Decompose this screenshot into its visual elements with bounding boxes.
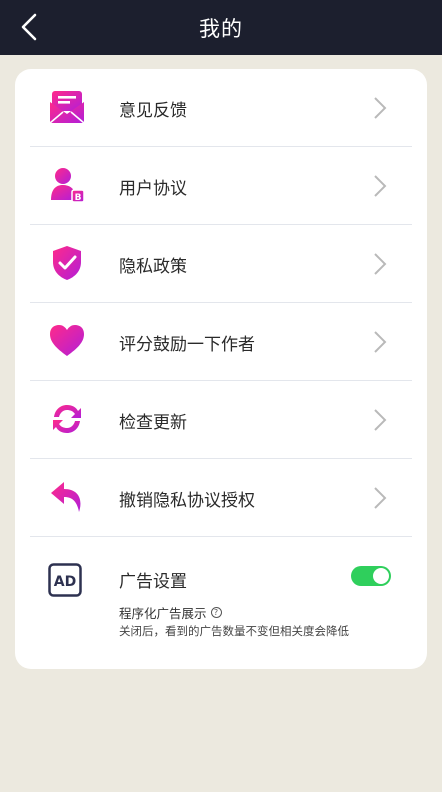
chevron-right-icon (374, 253, 387, 275)
mail-feedback-icon (47, 87, 87, 127)
refresh-icon (47, 399, 87, 439)
menu-item-label: 意见反馈 (119, 100, 187, 121)
menu-item-label: 撤销隐私协议授权 (119, 490, 255, 511)
menu-item-privacy-policy[interactable]: 隐私政策 (15, 225, 427, 303)
heart-icon (47, 321, 87, 361)
settings-card: 意见反馈 B 用户协议 隐私政策 评分鼓励一下作者 检查更新 撤销隐私协议授权 … (15, 69, 427, 669)
chevron-right-icon (374, 175, 387, 197)
top-navbar: 我的 (0, 0, 442, 55)
menu-item-label: 检查更新 (119, 412, 187, 433)
shield-check-icon (47, 243, 87, 283)
programmatic-ad-label: 程序化广告展示 (119, 606, 207, 621)
menu-item-user-agreement[interactable]: B 用户协议 (15, 147, 427, 225)
chevron-right-icon (374, 331, 387, 353)
programmatic-ad-row: 程序化广告展示 ? (119, 603, 222, 622)
menu-item-check-update[interactable]: 检查更新 (15, 381, 427, 459)
menu-item-revoke-privacy[interactable]: 撤销隐私协议授权 (15, 459, 427, 537)
svg-text:B: B (75, 193, 82, 203)
toggle-knob (373, 568, 389, 584)
undo-arrow-icon (47, 477, 87, 517)
page-title: 我的 (199, 16, 243, 41)
menu-item-label: 隐私政策 (119, 256, 187, 277)
menu-item-feedback[interactable]: 意见反馈 (15, 69, 427, 147)
chevron-left-icon (21, 13, 37, 41)
ad-settings-title: 广告设置 (119, 572, 187, 592)
ad-settings-note: 关闭后，看到的广告数量不变但相关度会降低 (119, 624, 349, 638)
chevron-right-icon (374, 409, 387, 431)
ad-settings-section: AD 广告设置 程序化广告展示 ? 关闭后，看到的广告数量不变但相关度会降低 (15, 537, 427, 669)
menu-item-rate-author[interactable]: 评分鼓励一下作者 (15, 303, 427, 381)
menu-item-label: 评分鼓励一下作者 (119, 334, 255, 355)
ad-settings-toggle[interactable] (351, 566, 391, 586)
menu-item-label: 用户协议 (119, 178, 187, 199)
ad-icon: AD (48, 563, 82, 597)
svg-text:AD: AD (54, 574, 76, 590)
help-icon[interactable]: ? (210, 607, 222, 618)
user-agreement-icon: B (47, 165, 87, 205)
chevron-right-icon (374, 487, 387, 509)
back-button[interactable] (14, 10, 44, 44)
chevron-right-icon (374, 97, 387, 119)
